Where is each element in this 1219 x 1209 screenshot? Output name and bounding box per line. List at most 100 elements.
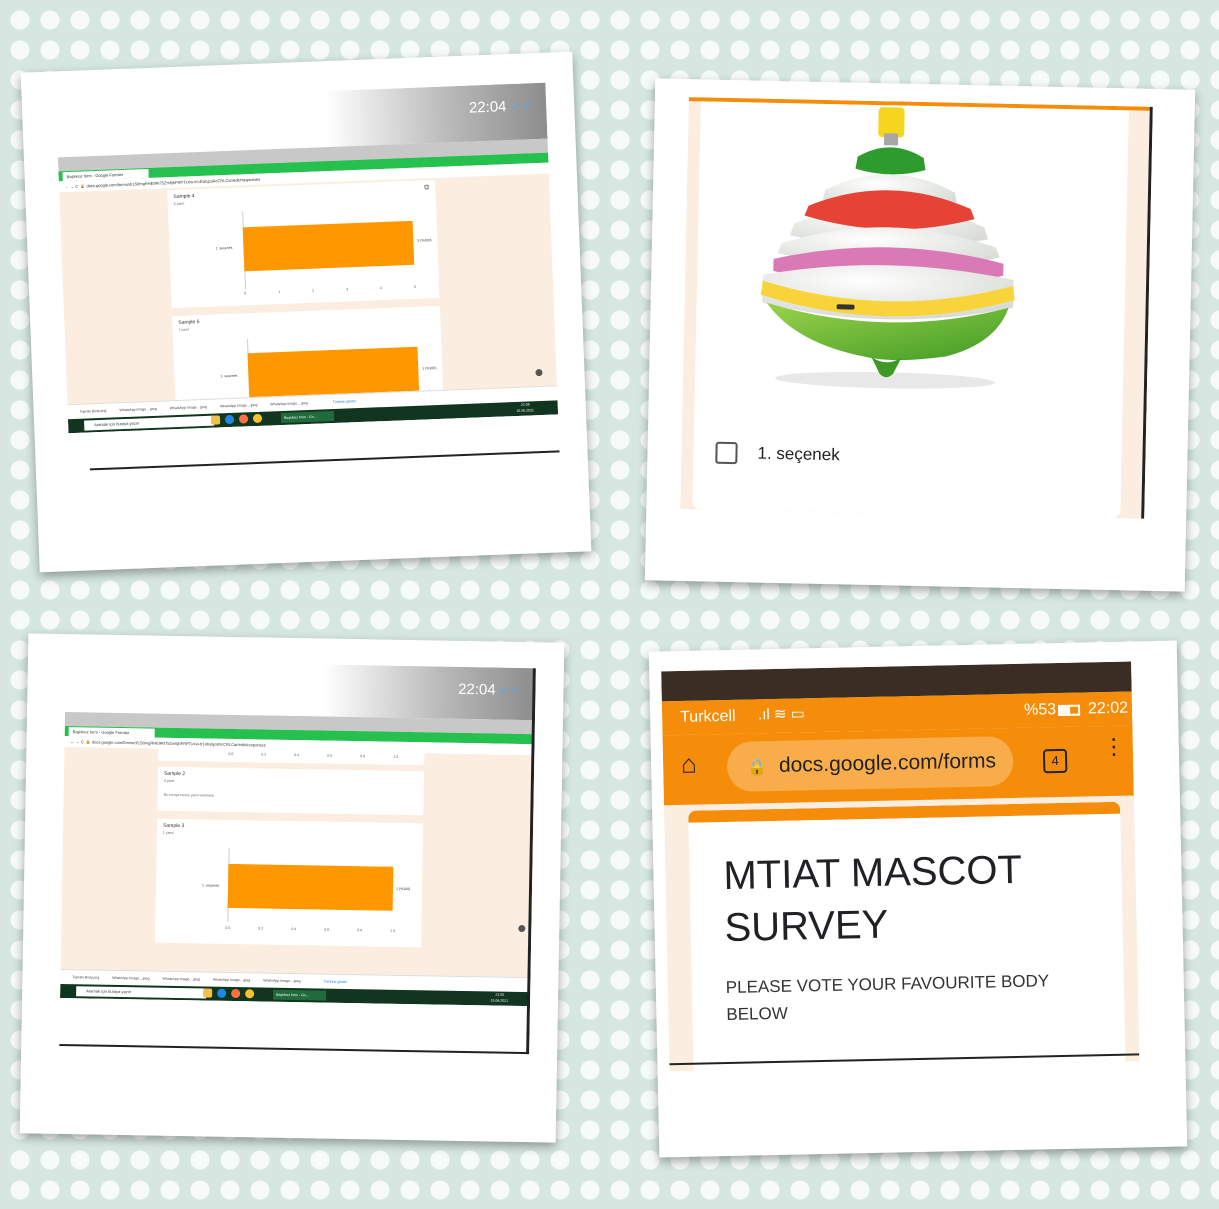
tick-label: 0.4 [294,753,300,758]
tick-label: 0.0 [228,751,234,756]
firefox-icon[interactable] [231,988,241,999]
response-count: 0 yanıt [163,778,175,783]
option-label: 1. seçenek [757,443,840,465]
forms-page: Sample 4 5 yanıt ⧉ 1. seçenek 5 (%100) 0… [59,173,558,405]
bar-value-label: 5 (%100) [417,238,432,243]
response-count: 1 yanıt [178,327,190,332]
taskbar-time: 21:55 [495,992,505,997]
taskbar-search[interactable]: Aramak için buraya yazın [76,986,207,999]
form-title: MTIAT MASCOT SURVEY [723,847,1022,951]
response-count: 5 yanıt [173,201,185,206]
help-icon[interactable] [535,368,543,377]
question-card: 1. seçenek [692,101,1129,519]
download-item[interactable]: WhatsApp Image....jpeg [270,401,307,406]
message-time: 22:04 ✓✓ [468,98,533,117]
status-time: 22:02 [1087,699,1129,718]
polaroid-bottom-right: Turkcell .ıl ≋ ▭ %53 22:02 ⌂ 🔒 docs.goog… [648,640,1188,1158]
option-checkbox[interactable] [715,441,738,465]
file-explorer-icon[interactable] [210,415,221,425]
message-time: 22:04 ✓✓ [457,680,522,699]
response-card-sample-3: Sample 3 1 yanıt 1. seçenek 1 (%100) 0.0… [155,818,424,948]
download-item[interactable]: WhatsApp Image....jpeg [162,977,199,982]
tick-label: 1.0 [393,754,399,759]
download-item[interactable]: Topraki Body.png [80,409,107,414]
tick-label: 1 [278,289,281,295]
bar-label: 1. seçenek [220,373,238,379]
home-icon[interactable]: ⌂ [681,749,697,780]
tick-label: 0.4 [291,926,297,932]
bar-label: 1. seçenek [201,883,220,888]
more-menu-icon[interactable]: ⋮ [1103,734,1126,759]
spinning-top-image [760,107,1015,389]
tick-label: 1.0 [390,928,396,933]
download-item[interactable]: WhatsApp Image....jpeg [112,976,149,981]
frame-edge [1141,106,1153,519]
read-ticks-icon: ✓✓ [510,98,533,114]
download-item[interactable]: WhatsApp Image....jpeg [220,403,257,408]
question-title: Sample 4 [173,193,195,200]
show-all-link[interactable]: Tümünü göster [323,980,347,984]
battery-icon [1057,704,1081,717]
tick-label: 0.0 [225,925,231,930]
taskbar-date: 15.06.2021 [516,408,535,413]
tick-label: 4 [380,286,383,291]
url-text: docs.google.com/forms [778,749,997,777]
carrier-name: Turkcell [679,707,736,726]
taskbar-app-forms[interactable]: Başlıksız form - Go... [273,989,327,1001]
response-count: 1 yanıt [162,830,174,835]
phone-screenshot: Turkcell .ıl ≋ ▭ %53 22:02 ⌂ 🔒 docs.goog… [661,661,1140,1072]
tick-label: 5 [414,284,417,289]
desktop-screenshot: 22:04 ✓✓ Başlıksız form - Google Formlar … [55,82,560,474]
polaroid-top-right: 1. seçenek [644,78,1196,592]
address-bar[interactable]: 🔒 docs.google.com/forms [726,735,1014,792]
tick-label: 3 [346,287,349,292]
tick-label: 0.2 [258,926,264,931]
tick-label: 0 [244,291,247,296]
file-explorer-icon[interactable] [203,988,213,998]
edge-icon[interactable] [224,414,235,425]
no-response-note: Bu soruya henüz yanıt verilmedi. [163,792,215,798]
browser-toolbar: ⌂ 🔒 docs.google.com/forms 4 ⋮ [662,725,1134,806]
download-item[interactable]: WhatsApp Image....jpeg [263,979,300,984]
battery-percent: %53 [1023,701,1057,719]
signal-wifi-icon: .ıl ≋ ▭ [757,705,806,724]
firefox-icon[interactable] [238,414,249,424]
lock-icon: 🔒 [747,759,768,777]
edge-icon[interactable] [217,988,227,998]
download-item[interactable]: WhatsApp Image....jpeg [170,405,207,410]
polaroid-bottom-left: 22:04 ✓✓ Başlıksız form - Google Formlar … [19,633,565,1143]
question-title: Sample 5 [178,319,200,326]
polaroid-top-left: 22:04 ✓✓ Başlıksız form - Google Formlar … [20,51,592,573]
download-item[interactable]: WhatsApp Image....jpeg [213,978,250,983]
show-all-link[interactable]: Tümünü göster [333,399,357,404]
download-item[interactable]: WhatsApp Image....jpeg [119,407,156,412]
bar-label: 1. seçenek [215,245,233,251]
response-card-sample-5: Sample 5 1 yanıt 1. seçenek 1 (%100) [172,305,444,401]
chrome-icon[interactable] [245,989,255,999]
tick-label: 0.2 [261,752,267,757]
download-item[interactable]: Topraki Body.png [72,975,99,979]
phone-chat-header: 22:04 ✓✓ [65,660,536,721]
help-icon[interactable] [518,924,526,933]
phone-screenshot: 1. seçenek [680,97,1153,519]
chrome-icon[interactable] [252,413,263,424]
form-header-card: MTIAT MASCOT SURVEY PLEASE VOTE YOUR FAV… [688,801,1126,1072]
response-card-sample-2: Sample 2 0 yanıt Bu soruya henüz yanıt v… [157,766,425,816]
screen-margin [59,997,530,1065]
bar-value-label: 1 (%100) [395,886,411,892]
question-title: Sample 2 [163,770,186,778]
desktop-screenshot: 22:04 ✓✓ Başlıksız form - Google Formlar … [59,660,536,1065]
chart-bar [227,863,394,911]
tab-switcher-button[interactable]: 4 [1042,748,1068,774]
taskbar-date: 15.06.2021 [490,998,509,1003]
tick-label: 0.6 [327,753,333,758]
bar-value-label: 1 (%100) [422,366,437,371]
form-description: PLEASE VOTE YOUR FAVOURITE BODY BELOW [725,971,1050,1025]
taskbar-app-forms[interactable]: Başlıksız form - Go... [280,411,335,424]
chart-bar [247,346,420,398]
tick-label: 0.8 [357,928,363,933]
read-ticks-icon: ✓✓ [499,682,522,698]
taskbar-time: 21:56 [520,402,530,407]
copy-icon[interactable]: ⧉ [424,184,429,192]
forms-page: 0.0 0.2 0.4 0.6 0.8 1.0 Sample 2 0 yanıt… [60,747,535,978]
